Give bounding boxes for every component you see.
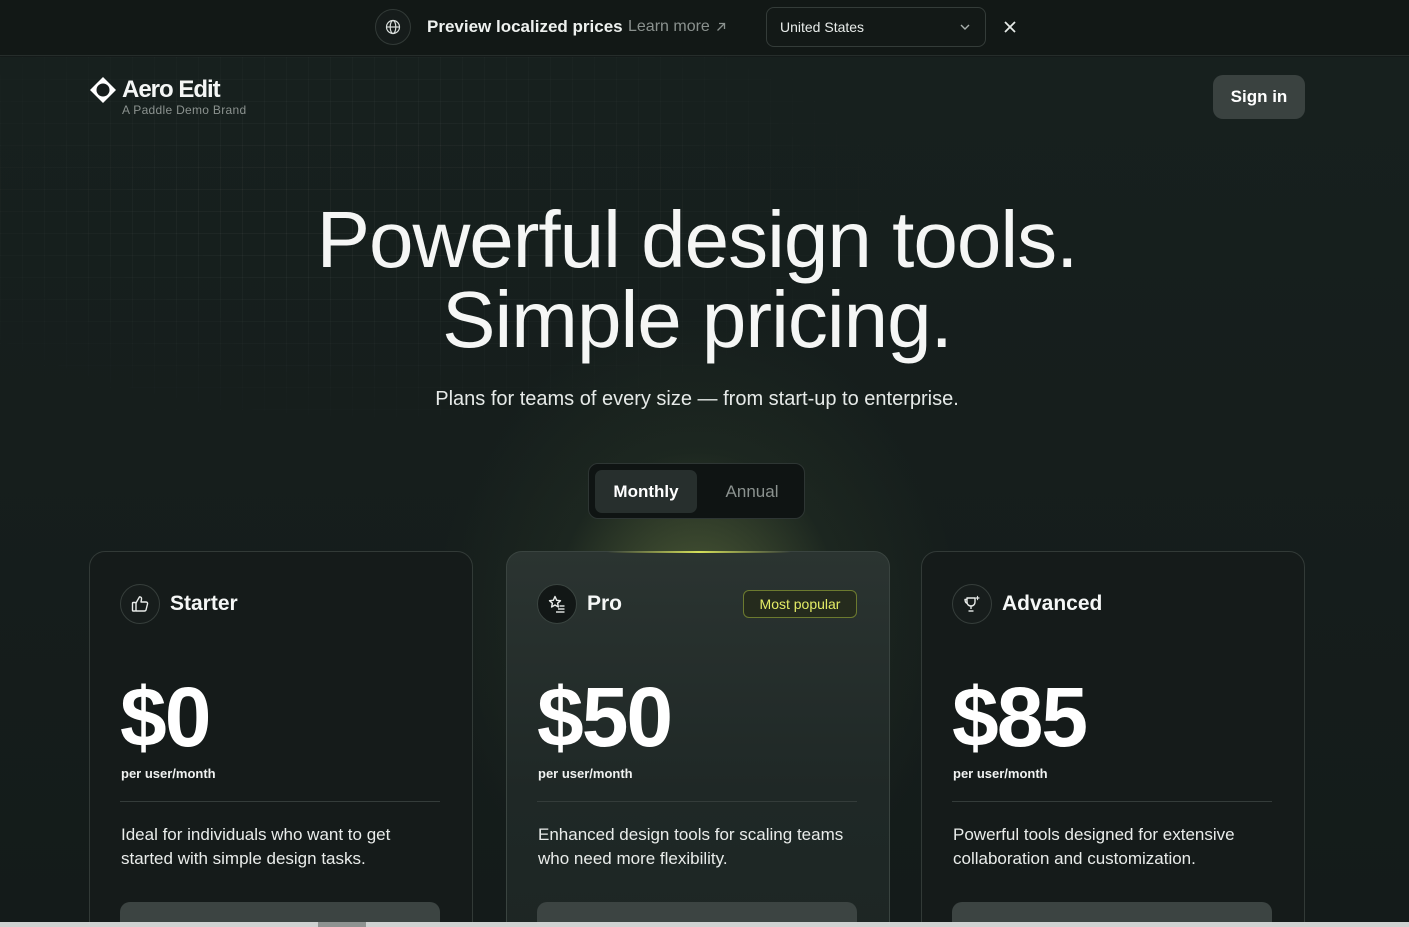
plan-price: $85 bbox=[952, 670, 1088, 764]
trophy-sparkle-icon bbox=[952, 584, 992, 624]
page-subtitle: Plans for teams of every size — from sta… bbox=[435, 388, 959, 410]
globe-icon[interactable] bbox=[375, 9, 411, 45]
plan-card-starter: Starter $0 per user/month Ideal for indi… bbox=[89, 551, 473, 927]
price-period: per user/month bbox=[538, 766, 633, 781]
close-icon[interactable] bbox=[1002, 19, 1018, 35]
learn-more-link[interactable]: Learn more bbox=[628, 18, 726, 36]
most-popular-badge: Most popular bbox=[743, 590, 857, 618]
thumbs-up-icon bbox=[120, 584, 160, 624]
monthly-option[interactable]: Monthly bbox=[595, 470, 697, 513]
scrollbar-thumb[interactable] bbox=[318, 922, 366, 927]
annual-option[interactable]: Annual bbox=[702, 470, 802, 513]
plan-description: Powerful tools designed for extensive co… bbox=[953, 825, 1235, 868]
plan-name: Pro bbox=[587, 592, 623, 615]
divider bbox=[537, 801, 857, 802]
horizontal-scrollbar[interactable] bbox=[0, 922, 1409, 927]
chevron-down-icon bbox=[960, 24, 970, 30]
plan-name: Starter bbox=[170, 592, 238, 615]
price-period: per user/month bbox=[953, 766, 1048, 781]
star-list-icon bbox=[537, 584, 577, 624]
learn-more-label: Learn more bbox=[628, 18, 710, 35]
diamond-logo-icon bbox=[90, 77, 116, 103]
country-select-value: United States bbox=[780, 19, 865, 35]
plan-name: Advanced bbox=[1002, 592, 1103, 615]
arrow-up-right-icon bbox=[716, 22, 725, 31]
divider bbox=[120, 801, 440, 802]
plan-description: Enhanced design tools for scaling teams … bbox=[538, 825, 844, 868]
brand-name: Aero Edit bbox=[122, 76, 221, 103]
country-select[interactable]: United States bbox=[766, 7, 986, 47]
billing-period-toggle: Monthly Annual bbox=[588, 463, 805, 519]
title-line-2: Simple pricing. bbox=[442, 275, 953, 364]
sign-in-button[interactable]: Sign in bbox=[1213, 75, 1305, 119]
plan-card-pro: Pro Most popular $50 per user/month Enha… bbox=[506, 551, 890, 927]
price-period: per user/month bbox=[121, 766, 216, 781]
page-title: Powerful design tools. Simple pricing. bbox=[0, 200, 1394, 360]
title-line-1: Powerful design tools. bbox=[316, 195, 1079, 284]
localized-prices-bar: Preview localized prices Learn more Unit… bbox=[0, 0, 1409, 56]
plan-price: $50 bbox=[537, 670, 673, 764]
plan-description: Ideal for individuals who want to get st… bbox=[121, 825, 391, 868]
plan-price: $0 bbox=[120, 670, 211, 764]
plan-card-advanced: Advanced $85 per user/month Powerful too… bbox=[921, 551, 1305, 927]
brand-logo[interactable]: Aero Edit A Paddle Demo Brand bbox=[89, 76, 246, 117]
brand-tagline: A Paddle Demo Brand bbox=[122, 103, 247, 117]
divider bbox=[952, 801, 1272, 802]
preview-localized-prices-label: Preview localized prices bbox=[427, 17, 623, 36]
